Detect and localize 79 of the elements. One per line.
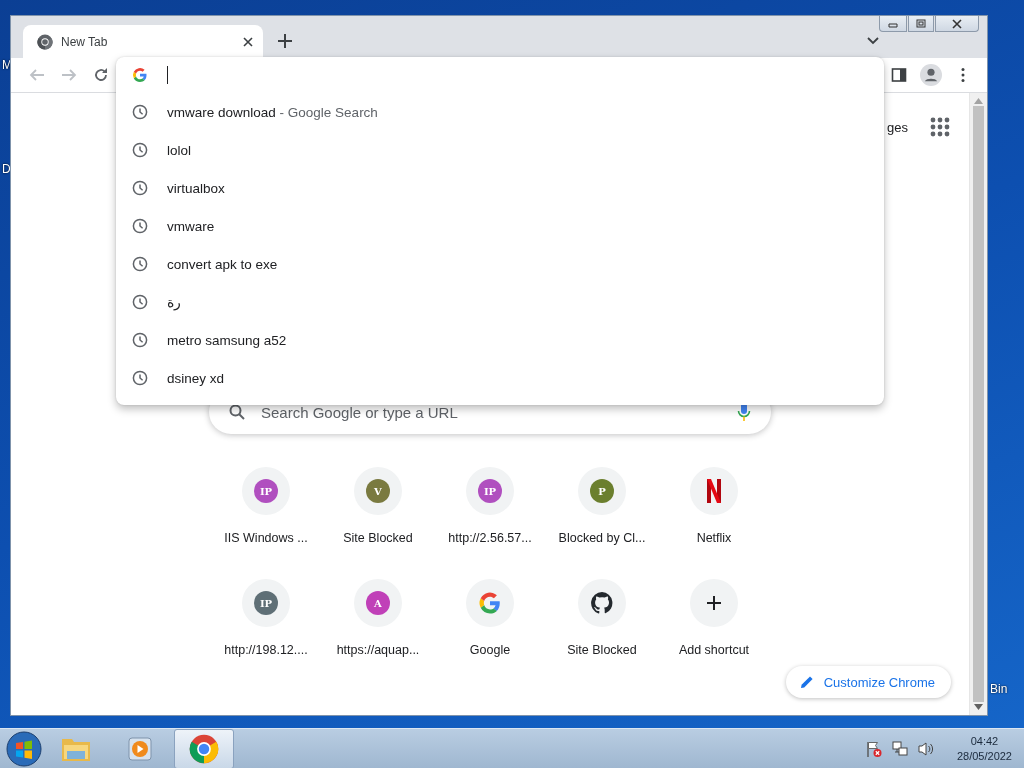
flag-error-icon[interactable] — [864, 739, 883, 758]
shortcut-tile-background[interactable]: IP — [466, 467, 514, 515]
history-clock-icon — [132, 294, 148, 310]
scroll-down-arrow-icon[interactable] — [974, 704, 983, 710]
history-clock-icon — [132, 332, 148, 348]
search-icon — [229, 404, 245, 420]
site-letter-icon: IP — [478, 479, 502, 503]
plus-icon — [706, 595, 722, 611]
suggestion-text[interactable]: vmware — [167, 218, 215, 234]
desktop-icon-label[interactable]: D — [2, 162, 11, 176]
netflix-logo-icon — [707, 479, 721, 503]
taskbar-clock[interactable]: 04:42 28/05/2022 — [956, 733, 1012, 764]
shortcut-label[interactable]: http://198.12.... — [224, 643, 308, 657]
shortcut-tile-background[interactable] — [578, 579, 626, 627]
google-logo-icon — [132, 67, 148, 83]
site-letter-icon: IP — [254, 479, 278, 503]
reload-icon[interactable] — [93, 67, 109, 83]
side-panel-icon[interactable] — [891, 67, 907, 83]
site-letter-icon: A — [366, 591, 390, 615]
shortcut-tile-background[interactable]: IP — [242, 467, 290, 515]
shortcut-tile-background[interactable]: P — [578, 467, 626, 515]
history-clock-icon — [132, 218, 148, 234]
shortcut-label[interactable]: Site Blocked — [567, 643, 637, 657]
close-button[interactable] — [935, 16, 979, 32]
shortcut-label[interactable]: Add shortcut — [678, 643, 750, 657]
history-clock-icon — [132, 256, 148, 272]
history-clock-icon — [132, 370, 148, 386]
customize-chrome-button[interactable]: Customize Chrome — [785, 666, 951, 698]
close-icon[interactable] — [243, 36, 253, 47]
history-clock-icon — [132, 104, 148, 120]
network-icon[interactable] — [890, 739, 909, 758]
search-field[interactable]: Search Google or type a URL — [259, 402, 723, 422]
chevron-down-icon[interactable] — [867, 37, 879, 45]
shortcut-tile-background[interactable] — [690, 467, 738, 515]
shortcut-label[interactable]: Blocked by Cl... — [558, 531, 646, 545]
suggestion-text[interactable]: رة — [167, 294, 181, 310]
chrome-logo-icon — [189, 733, 219, 764]
media-player-icon — [127, 735, 153, 762]
github-cat-icon — [590, 591, 614, 615]
google-logo-icon — [478, 591, 502, 615]
shortcut-label[interactable]: Netflix — [696, 531, 732, 545]
maximize-icon — [913, 17, 929, 30]
text-caret — [167, 66, 168, 84]
shortcut-tile-background[interactable]: IP — [242, 579, 290, 627]
taskbar-app-button[interactable] — [174, 728, 234, 768]
maximize-button[interactable] — [908, 16, 934, 32]
history-clock-icon — [132, 180, 148, 196]
shortcut-label[interactable]: Google — [469, 643, 511, 657]
scrollbar[interactable] — [969, 93, 987, 715]
browser-tab[interactable]: New Tab — [23, 25, 263, 58]
site-letter-icon: V — [366, 479, 390, 503]
shortcut-label[interactable]: IIS Windows ... — [224, 531, 308, 545]
site-letter-icon: IP — [254, 591, 278, 615]
suggestion-text[interactable]: metro samsung a52 — [167, 332, 287, 348]
shortcut-tile-background[interactable]: V — [354, 467, 402, 515]
shortcut-tile-background[interactable]: A — [354, 579, 402, 627]
suggestion-text[interactable]: vmware download - Google Search — [167, 104, 378, 120]
speaker-icon[interactable] — [916, 739, 935, 758]
start-orb-icon[interactable] — [6, 730, 42, 767]
suggestion-text[interactable]: dsiney xd — [167, 370, 225, 386]
header-link[interactable]: ges — [887, 119, 908, 135]
suggestion-text[interactable]: convert apk to exe — [167, 256, 278, 272]
history-clock-icon — [132, 142, 148, 158]
apps-grid-icon[interactable] — [930, 117, 950, 137]
site-letter-icon: P — [590, 479, 614, 503]
new-tab-plus-icon[interactable] — [278, 34, 292, 48]
close-icon — [949, 17, 965, 30]
shortcut-label[interactable]: Site Blocked — [343, 531, 413, 545]
chrome-logo-icon — [37, 33, 53, 50]
suggestion-text[interactable]: lolol — [167, 142, 191, 158]
suggestion-text[interactable]: virtualbox — [167, 180, 225, 196]
shortcut-tile-background[interactable] — [690, 579, 738, 627]
profile-avatar-icon[interactable] — [920, 64, 942, 86]
shortcut-label[interactable]: http://2.56.57... — [448, 531, 532, 545]
shortcut-label[interactable]: https://aquap... — [336, 643, 420, 657]
desktop-icon-label[interactable]: Bin — [990, 682, 1008, 696]
minimize-button[interactable] — [879, 16, 907, 32]
shortcut-tile-background[interactable] — [466, 579, 514, 627]
pencil-icon — [799, 675, 814, 689]
